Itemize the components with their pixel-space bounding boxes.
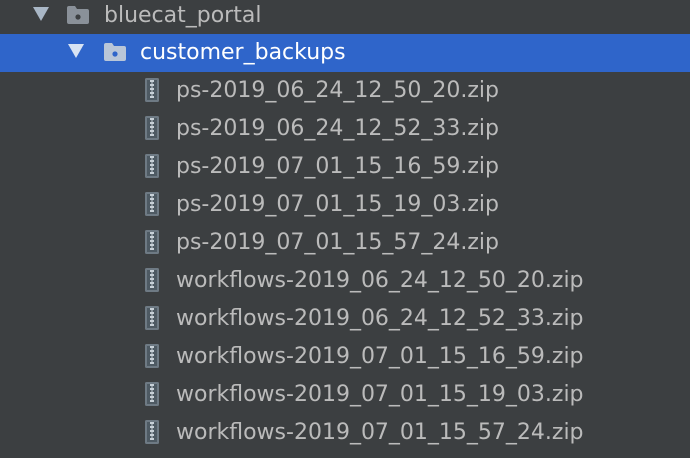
tree-node-bluecat-portal[interactable]: bluecat_portal [0,0,690,35]
zip-archive-icon [145,382,159,406]
tree-file-item[interactable]: ps-2019_06_24_12_50_20.zip [0,72,690,110]
expand-arrow-icon[interactable] [68,44,84,58]
tree-file-item[interactable]: workflows-2019_06_24_12_52_33.zip [0,300,690,338]
file-name: workflows-2019_07_01_15_57_24.zip [176,420,584,445]
file-name: ps-2019_07_01_15_19_03.zip [176,192,499,217]
zip-archive-icon [145,192,159,216]
tree-file-item[interactable]: workflows-2019_07_01_15_57_24.zip [0,414,690,452]
tree-node-label: bluecat_portal [104,3,262,28]
zip-archive-icon [145,78,159,102]
folder-icon [67,6,89,24]
file-name: workflows-2019_06_24_12_50_20.zip [176,268,584,293]
tree-file-item[interactable]: workflows-2019_07_01_15_16_59.zip [0,338,690,376]
zip-archive-icon [145,230,159,254]
zip-archive-icon [145,154,159,178]
zip-archive-icon [145,344,159,368]
file-name: workflows-2019_07_01_15_16_59.zip [176,344,584,369]
tree-node-label: customer_backups [140,40,346,65]
tree-file-item[interactable]: ps-2019_07_01_15_19_03.zip [0,186,690,224]
tree-file-item[interactable]: workflows-2019_06_24_12_50_20.zip [0,262,690,300]
zip-archive-icon [145,116,159,140]
file-name: ps-2019_07_01_15_57_24.zip [176,230,499,255]
tree-file-item[interactable]: ps-2019_07_01_15_16_59.zip [0,148,690,186]
tree-node-customer-backups[interactable]: customer_backups [0,34,690,72]
tree-file-item[interactable]: ps-2019_07_01_15_57_24.zip [0,224,690,262]
tree-file-item[interactable]: workflows-2019_07_01_15_19_03.zip [0,376,690,414]
project-tree: bluecat_portal customer_backups ps-2019_… [0,0,690,458]
file-name: ps-2019_07_01_15_16_59.zip [176,154,499,179]
file-name: workflows-2019_07_01_15_19_03.zip [176,382,584,407]
zip-archive-icon [145,306,159,330]
file-name: ps-2019_06_24_12_52_33.zip [176,116,499,141]
expand-arrow-icon[interactable] [33,7,49,21]
folder-icon [104,43,126,61]
file-name: workflows-2019_06_24_12_52_33.zip [176,306,584,331]
zip-archive-icon [145,420,159,444]
zip-archive-icon [145,268,159,292]
file-name: ps-2019_06_24_12_50_20.zip [176,78,499,103]
tree-file-item[interactable]: ps-2019_06_24_12_52_33.zip [0,110,690,148]
